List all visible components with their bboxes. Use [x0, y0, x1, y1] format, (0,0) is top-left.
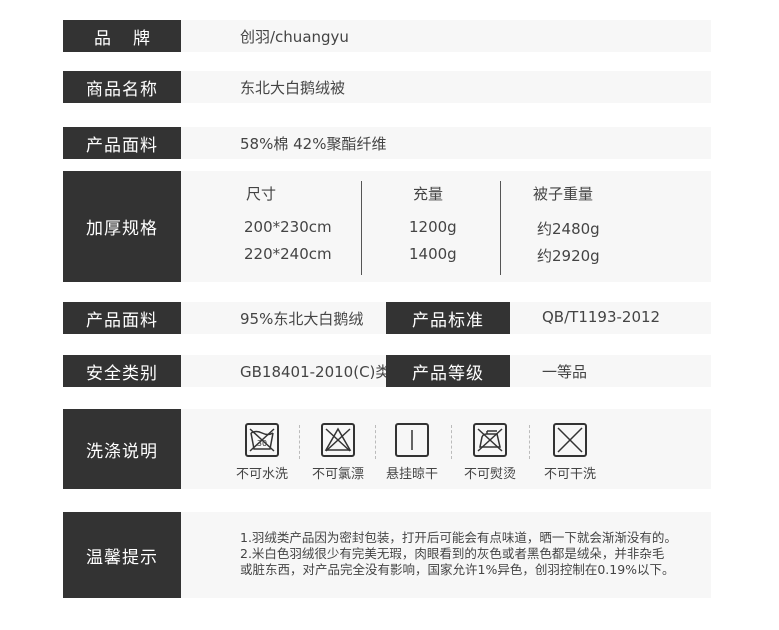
spec-row: 加厚规格 尺寸 充量 被子重量 200*230cm 1200g 约2480g 2…	[63, 171, 711, 282]
care-separator	[375, 425, 376, 459]
spec-cell-fill-2: 1400g	[409, 245, 457, 263]
wash-temp-text: 30	[257, 439, 267, 448]
product-name-value: 东北大白鹅绒被	[240, 79, 346, 97]
fabric-row: 产品面料 58%棉 42%聚酯纤维	[63, 127, 711, 159]
tips-line: 或脏东西，对产品完全没有影响，国家允许1%异色，创羽控制在0.19%以下。	[240, 562, 675, 577]
care-caption: 不可水洗	[235, 467, 288, 482]
care-caption: 不可熨烫	[463, 467, 516, 482]
care-item: 不可干洗	[535, 423, 605, 482]
spec-header-weight: 被子重量	[533, 185, 594, 203]
fabric-value: 58%棉 42%聚酯纤维	[240, 135, 387, 153]
care-item: 不可氯漂	[303, 423, 373, 482]
care-separator	[451, 425, 452, 459]
grade-label: 产品等级	[386, 355, 510, 387]
care-caption: 不可干洗	[543, 467, 596, 482]
care-caption: 悬挂晾干	[385, 467, 438, 482]
safety-row: 安全类别 GB18401-2010(C)类 产品等级 一等品	[63, 355, 711, 387]
no-dry-clean-icon	[553, 423, 587, 457]
no-iron-icon	[473, 423, 507, 457]
filling-label: 产品面料	[63, 302, 181, 334]
spec-cell-size-2: 220*240cm	[244, 245, 332, 263]
spec-cell-weight-1: 约2480g	[537, 220, 600, 238]
spec-header-size: 尺寸	[246, 185, 277, 203]
spec-divider	[361, 181, 362, 275]
brand-label: 品牌	[63, 20, 181, 52]
care-item: 30 不可水洗	[227, 423, 297, 482]
safety-value: GB18401-2010(C)类	[240, 363, 391, 381]
safety-label: 安全类别	[63, 355, 181, 387]
filling-row: 产品面料 95%东北大白鹅绒 产品标准 QB/T1193-2012	[63, 302, 711, 334]
tips-row: 温馨提示 1.羽绒类产品因为密封包装，打开后可能会有点味道，晒一下就会渐渐没有的…	[63, 512, 711, 598]
spec-label: 加厚规格	[63, 171, 181, 282]
care-caption: 不可氯漂	[311, 467, 364, 482]
product-name-label: 商品名称	[63, 71, 181, 103]
standard-label: 产品标准	[386, 302, 510, 334]
spec-cell-weight-2: 约2920g	[537, 247, 600, 265]
filling-value: 95%东北大白鹅绒	[240, 310, 364, 328]
tips-line: 2.米白色羽绒很少有完美无瑕，肉眼看到的灰色或者黑色都是绒朵，并非杂毛	[240, 546, 665, 561]
tips-text: 1.羽绒类产品因为密封包装，打开后可能会有点味道，晒一下就会渐渐没有的。 2.米…	[240, 530, 705, 578]
tips-line: 1.羽绒类产品因为密封包装，打开后可能会有点味道，晒一下就会渐渐没有的。	[240, 530, 677, 545]
care-item: 不可熨烫	[455, 423, 525, 482]
washing-label: 洗涤说明	[63, 409, 181, 489]
no-bleach-icon	[321, 423, 355, 457]
fabric-label: 产品面料	[63, 127, 181, 159]
spec-header-fill: 充量	[413, 185, 444, 203]
product-name-row: 商品名称 东北大白鹅绒被	[63, 71, 711, 103]
spec-cell-fill-1: 1200g	[409, 218, 457, 236]
spec-cell-size-1: 200*230cm	[244, 218, 332, 236]
washing-row: 洗涤说明 30 不可水洗 不可氯漂 悬挂晾干 不可熨烫 不可干洗	[63, 409, 711, 489]
no-machine-wash-icon: 30	[245, 423, 279, 457]
tips-label: 温馨提示	[63, 512, 181, 598]
care-item: 悬挂晾干	[377, 423, 447, 482]
grade-value: 一等品	[542, 363, 588, 381]
care-separator	[299, 425, 300, 459]
care-separator	[529, 425, 530, 459]
brand-row: 品牌 创羽/chuangyu	[63, 20, 711, 52]
standard-value: QB/T1193-2012	[542, 308, 661, 326]
spec-divider	[500, 181, 501, 275]
hang-dry-icon	[395, 423, 429, 457]
brand-value: 创羽/chuangyu	[240, 28, 349, 46]
